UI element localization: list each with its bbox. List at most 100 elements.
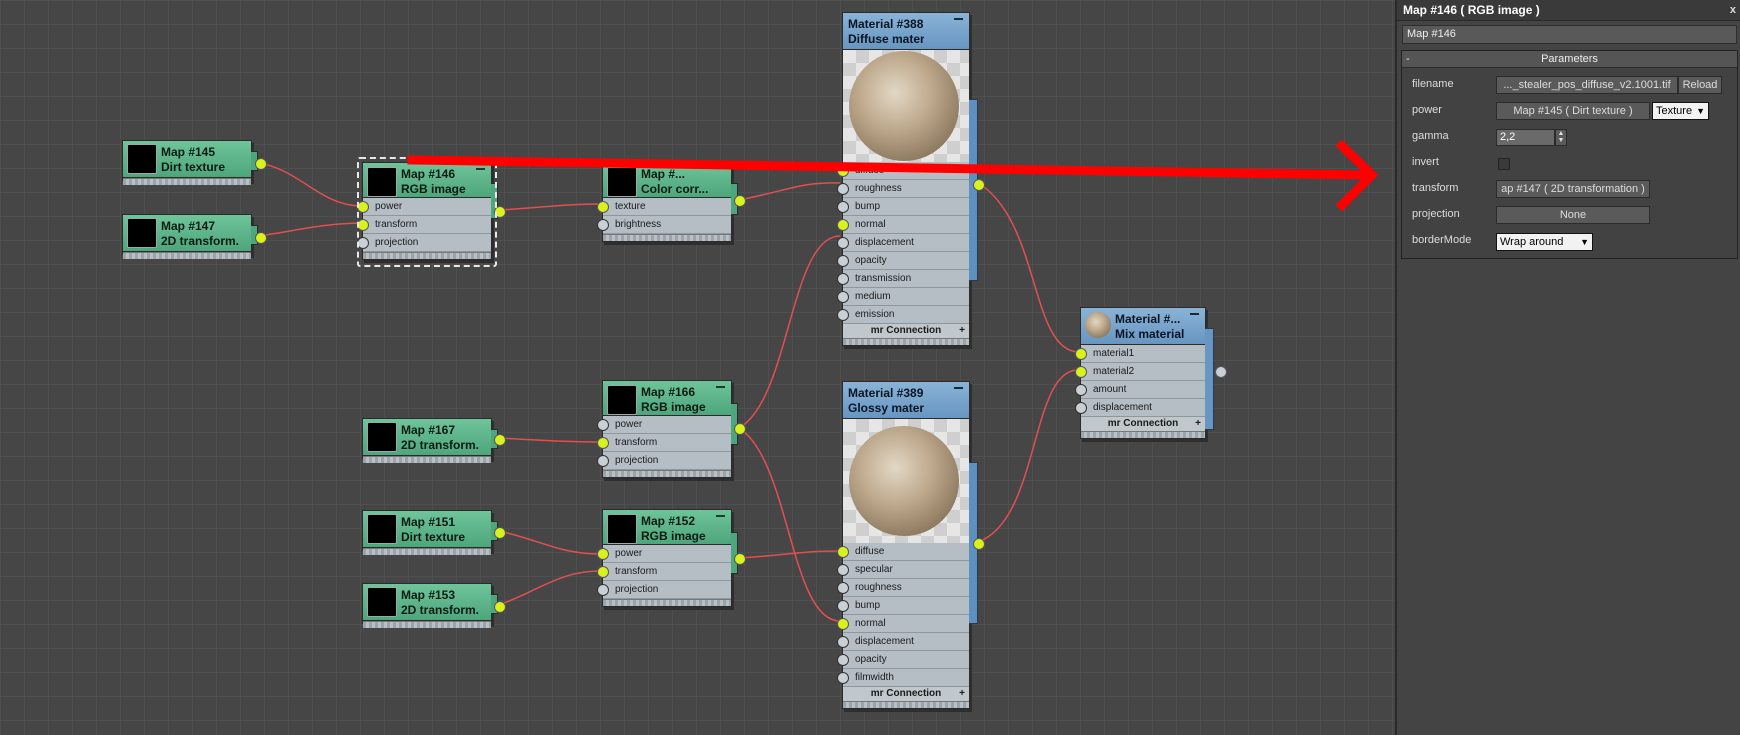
- port-dot[interactable]: [837, 237, 849, 249]
- node-header[interactable]: Map #151 Dirt texture: [363, 511, 491, 548]
- node-header[interactable]: Map #166 RGB image: [603, 381, 731, 416]
- port-normal[interactable]: normal: [837, 216, 969, 234]
- port-brightness[interactable]: brightness: [597, 216, 731, 234]
- node-map-145[interactable]: Map #145 Dirt texture: [122, 140, 267, 185]
- port-dot[interactable]: [837, 618, 849, 630]
- port-dot[interactable]: [837, 600, 849, 612]
- port-dot[interactable]: [597, 437, 609, 449]
- node-header[interactable]: Map #147 2D transform...: [123, 215, 251, 252]
- node-material-388[interactable]: Material #388 Diffuse material diffuse r…: [837, 12, 985, 346]
- output-port[interactable]: [734, 553, 746, 565]
- mr-connection-rollout[interactable]: mr Connection +: [843, 687, 969, 701]
- transform-map-button[interactable]: ap #147 ( 2D transformation ): [1496, 180, 1650, 198]
- power-map-button[interactable]: Map #145 ( Dirt texture ): [1496, 102, 1650, 120]
- port-dot[interactable]: [837, 582, 849, 594]
- port-dot[interactable]: [597, 566, 609, 578]
- port-dot[interactable]: [1075, 348, 1087, 360]
- port-dot[interactable]: [837, 183, 849, 195]
- port-dot[interactable]: [837, 564, 849, 576]
- port-displacement[interactable]: displacement: [837, 633, 969, 651]
- port-specular[interactable]: specular: [837, 561, 969, 579]
- minimize-button[interactable]: [954, 18, 963, 20]
- output-port[interactable]: [494, 434, 506, 446]
- node-header[interactable]: Map #... Color corr...: [603, 163, 731, 198]
- port-dot[interactable]: [837, 546, 849, 558]
- expand-icon[interactable]: +: [1195, 417, 1201, 431]
- port-transmission[interactable]: transmission: [837, 270, 969, 288]
- node-color-correction[interactable]: Map #... Color corr... texture brightnes…: [597, 162, 746, 242]
- port-dot[interactable]: [837, 636, 849, 648]
- minimize-button[interactable]: [954, 387, 963, 389]
- node-header[interactable]: Map #167 2D transform...: [363, 419, 491, 456]
- port-dot[interactable]: [837, 654, 849, 666]
- gamma-spinner-icon[interactable]: ▲ ▼: [1555, 129, 1567, 146]
- port-dot[interactable]: [1075, 366, 1087, 378]
- port-dot[interactable]: [1075, 402, 1087, 414]
- output-port[interactable]: [973, 538, 985, 550]
- collapse-icon[interactable]: -: [1406, 51, 1410, 67]
- port-diffuse[interactable]: diffuse: [837, 543, 969, 561]
- invert-checkbox[interactable]: [1498, 158, 1510, 170]
- node-editor-canvas[interactable]: Map #145 Dirt texture Map #147 2D transf…: [0, 0, 1395, 735]
- port-normal[interactable]: normal: [837, 615, 969, 633]
- port-displacement[interactable]: displacement: [837, 234, 969, 252]
- node-header[interactable]: Material #388 Diffuse material: [843, 13, 969, 50]
- port-bump[interactable]: bump: [837, 198, 969, 216]
- node-map-167[interactable]: Map #167 2D transform...: [362, 418, 506, 463]
- node-header[interactable]: Map #145 Dirt texture: [123, 141, 251, 178]
- minimize-button[interactable]: [716, 515, 725, 517]
- filename-button[interactable]: ..._stealer_pos_diffuse_v2.1001.tif: [1496, 76, 1678, 94]
- port-transform[interactable]: transform: [597, 563, 731, 581]
- output-port[interactable]: [255, 232, 267, 244]
- expand-icon[interactable]: +: [959, 687, 965, 701]
- port-projection[interactable]: projection: [597, 452, 731, 470]
- port-medium[interactable]: medium: [837, 288, 969, 306]
- port-dot[interactable]: [837, 201, 849, 213]
- mr-connection-rollout[interactable]: mr Connection +: [843, 324, 969, 338]
- projection-map-button[interactable]: None: [1496, 206, 1650, 224]
- node-map-146[interactable]: Map #146 RGB image power transform proje…: [357, 157, 506, 267]
- node-header[interactable]: Material #... Mix material: [1081, 308, 1205, 345]
- node-map-152[interactable]: Map #152 RGB image power transform proje…: [597, 509, 746, 607]
- port-dot[interactable]: [837, 273, 849, 285]
- port-dot[interactable]: [597, 201, 609, 213]
- node-header[interactable]: Map #152 RGB image: [603, 510, 731, 545]
- output-port[interactable]: [494, 527, 506, 539]
- port-dot[interactable]: [837, 291, 849, 303]
- minimize-button[interactable]: [716, 386, 725, 388]
- port-projection[interactable]: projection: [597, 581, 731, 599]
- close-icon[interactable]: x: [1730, 0, 1736, 20]
- node-map-151[interactable]: Map #151 Dirt texture: [362, 510, 506, 555]
- port-material2[interactable]: material2: [1075, 363, 1205, 381]
- minimize-button[interactable]: [1190, 313, 1199, 315]
- port-texture[interactable]: texture: [597, 198, 731, 216]
- node-material-389[interactable]: Material #389 Glossy material diffuse sp…: [837, 381, 985, 709]
- port-material1[interactable]: material1: [1075, 345, 1205, 363]
- port-diffuse[interactable]: diffuse: [837, 162, 969, 180]
- port-dot[interactable]: [1075, 384, 1087, 396]
- port-dot[interactable]: [597, 419, 609, 431]
- port-bump[interactable]: bump: [837, 597, 969, 615]
- output-port[interactable]: [494, 601, 506, 613]
- port-dot[interactable]: [837, 309, 849, 321]
- expand-icon[interactable]: +: [959, 324, 965, 338]
- port-dot[interactable]: [597, 548, 609, 560]
- port-displacement[interactable]: displacement: [1075, 399, 1205, 417]
- power-type-select[interactable]: Texture ▼: [1652, 102, 1709, 120]
- port-roughness[interactable]: roughness: [837, 180, 969, 198]
- output-port[interactable]: [255, 158, 267, 170]
- output-port[interactable]: [734, 423, 746, 435]
- rollout-header[interactable]: - Parameters: [1402, 51, 1737, 68]
- port-dot[interactable]: [837, 219, 849, 231]
- reload-button[interactable]: Reload: [1678, 76, 1722, 94]
- output-port[interactable]: [734, 195, 746, 207]
- node-mix-material[interactable]: Material #... Mix material material1 mat…: [1075, 307, 1227, 439]
- port-power[interactable]: power: [597, 416, 731, 434]
- node-header[interactable]: Material #389 Glossy material: [843, 382, 969, 419]
- node-map-166[interactable]: Map #166 RGB image power transform proje…: [597, 380, 746, 478]
- port-dot[interactable]: [597, 584, 609, 596]
- port-dot[interactable]: [597, 455, 609, 467]
- port-dot[interactable]: [837, 672, 849, 684]
- bordermode-select[interactable]: Wrap around ▼: [1496, 233, 1593, 251]
- output-port[interactable]: [1215, 366, 1227, 378]
